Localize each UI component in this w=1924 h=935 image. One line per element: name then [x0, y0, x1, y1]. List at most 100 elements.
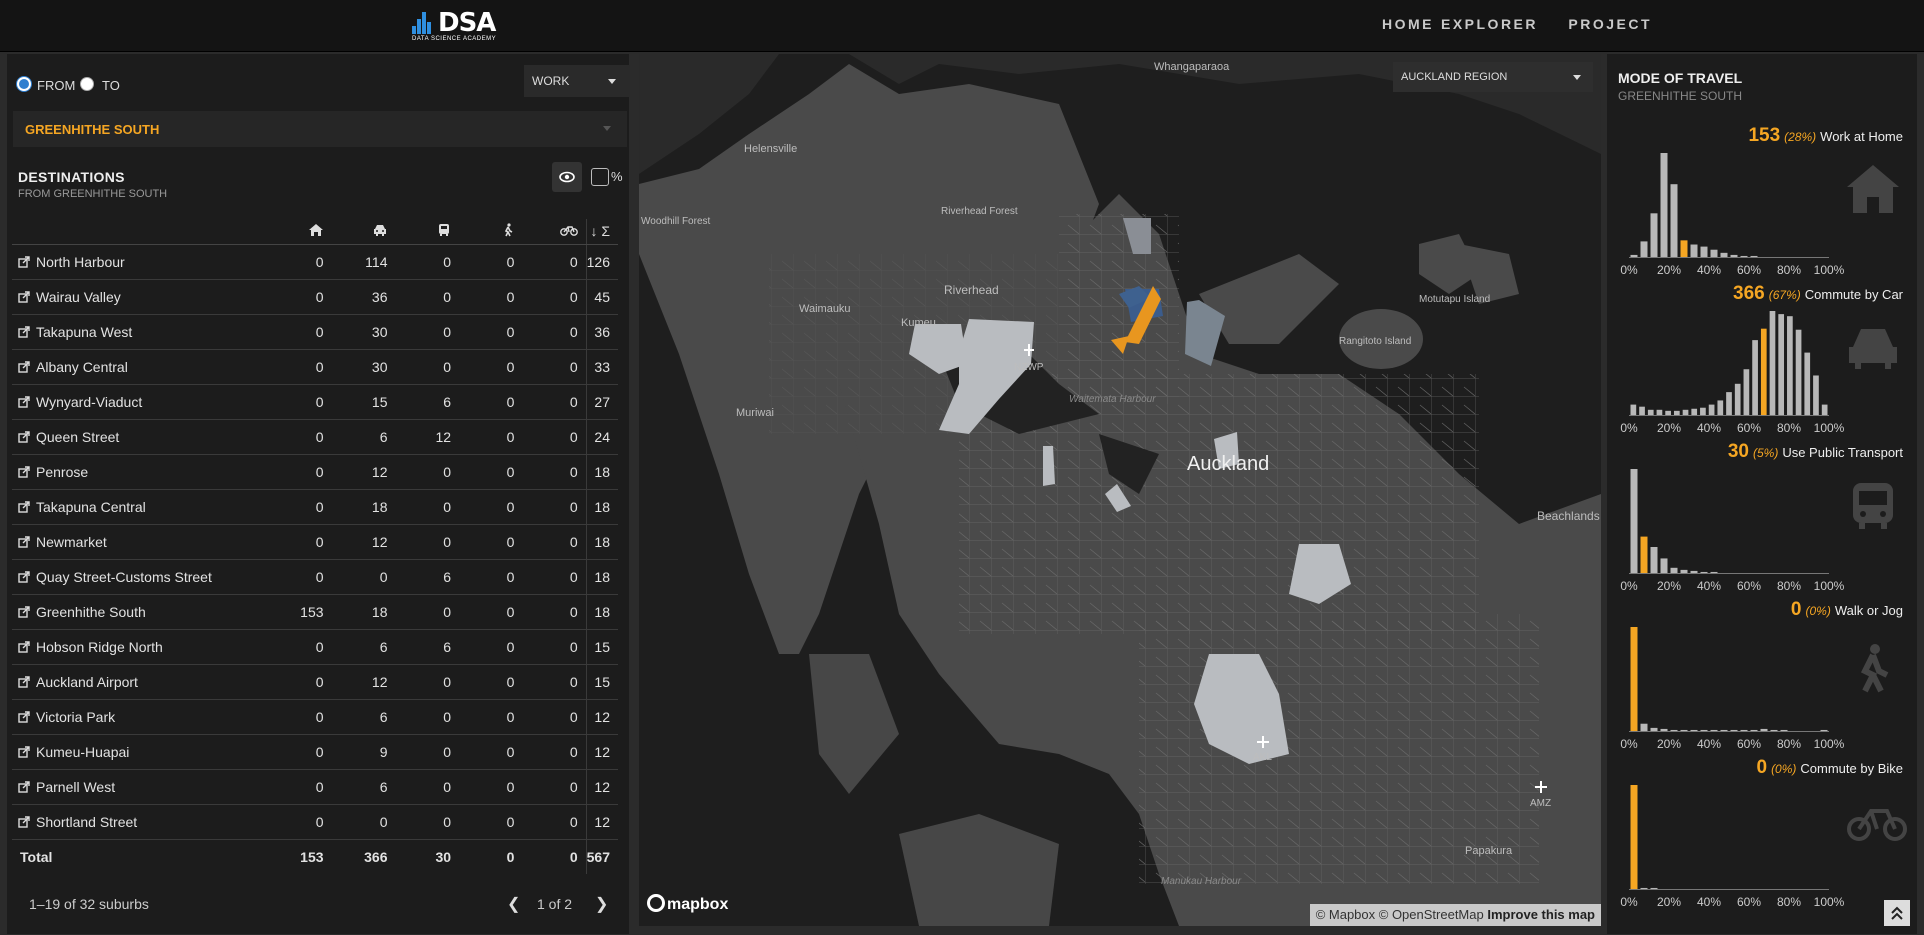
- external-link-icon[interactable]: [18, 360, 30, 373]
- table-row[interactable]: Greenhithe South 153 18 0 0 0 18: [12, 594, 618, 630]
- cell-car: 0: [331, 804, 396, 840]
- external-link-icon[interactable]: [18, 430, 30, 443]
- table-row[interactable]: Albany Central 0 30 0 0 0 33: [12, 349, 618, 385]
- col-bike[interactable]: [522, 219, 587, 245]
- table-row[interactable]: Newmarket 0 12 0 0 0 18: [12, 524, 618, 560]
- attribution-text[interactable]: © Mapbox © OpenStreetMap: [1316, 907, 1484, 922]
- col-home[interactable]: [276, 219, 332, 245]
- scroll-top-button[interactable]: [1884, 900, 1910, 926]
- table-row[interactable]: Penrose 0 12 0 0 0 18: [12, 454, 618, 490]
- dsa-logo[interactable]: DSA DATA SCIENCE ACADEMY: [412, 6, 496, 44]
- map-label: Muriwai: [736, 407, 774, 419]
- table-row[interactable]: Auckland Airport 0 12 0 0 0 15: [12, 664, 618, 700]
- external-link-icon[interactable]: [18, 780, 30, 793]
- cell-home: 0: [276, 454, 332, 490]
- destination-name[interactable]: Penrose: [12, 454, 277, 490]
- axis-tick-label: 80%: [1777, 263, 1801, 277]
- histogram-bar: [1639, 406, 1645, 415]
- nav-home[interactable]: HOME: [1382, 16, 1434, 32]
- region-select[interactable]: AUCKLAND REGION: [1393, 62, 1593, 92]
- car-icon: [373, 224, 386, 236]
- external-link-icon[interactable]: [18, 325, 30, 338]
- destination-name[interactable]: Shortland Street: [12, 804, 277, 840]
- external-link-icon[interactable]: [18, 535, 30, 548]
- nav-project[interactable]: PROJECT: [1568, 16, 1652, 32]
- nav-explorer[interactable]: EXPLORER: [1441, 16, 1538, 32]
- col-transit[interactable]: [395, 219, 460, 245]
- cell-car: 6: [331, 629, 396, 665]
- axis-tick-label: 60%: [1737, 263, 1761, 277]
- cell-walk: 0: [459, 244, 523, 280]
- from-radio[interactable]: [17, 77, 31, 91]
- cell-walk: 0: [459, 489, 523, 525]
- cell-car: 30: [331, 349, 396, 385]
- axis-tick-label: 60%: [1737, 421, 1761, 435]
- table-row[interactable]: Kumeu-Huapai 0 9 0 0 0 12: [12, 734, 618, 770]
- destination-name[interactable]: Kumeu-Huapai: [12, 734, 277, 770]
- external-link-icon[interactable]: [18, 745, 30, 758]
- map-canvas[interactable]: Whangaparaoa Helensville Woodhill Forest…: [639, 54, 1601, 926]
- histogram-bar: [1640, 887, 1648, 889]
- improve-map-link[interactable]: Improve this map: [1487, 907, 1595, 922]
- cell-total: 18: [585, 524, 618, 560]
- next-page-button[interactable]: ❯: [595, 894, 608, 914]
- destination-name[interactable]: Queen Street: [12, 419, 277, 455]
- external-link-icon[interactable]: [18, 395, 30, 408]
- col-car[interactable]: [331, 219, 396, 245]
- cell-home: 0: [276, 349, 332, 385]
- destination-name[interactable]: Newmarket: [12, 524, 277, 560]
- external-link-icon[interactable]: [18, 570, 30, 583]
- col-walk[interactable]: [459, 219, 523, 245]
- col-total-sort[interactable]: ↓ Σ: [585, 219, 618, 245]
- external-link-icon[interactable]: [18, 815, 30, 828]
- external-link-icon[interactable]: [18, 605, 30, 618]
- suburb-select[interactable]: GREENHITHE SOUTH: [13, 111, 627, 147]
- destination-name[interactable]: Takapuna Central: [12, 489, 277, 525]
- prev-page-button[interactable]: ❮: [507, 894, 520, 914]
- histogram-bar: [1650, 213, 1658, 257]
- destination-name[interactable]: Hobson Ridge North: [12, 629, 277, 665]
- external-link-icon[interactable]: [18, 290, 30, 303]
- table-row[interactable]: Takapuna West 0 30 0 0 0 36: [12, 314, 618, 350]
- destination-name[interactable]: Victoria Park: [12, 699, 277, 735]
- table-row[interactable]: Wynyard-Viaduct 0 15 6 0 0 27: [12, 384, 618, 420]
- axis-tick-label: 20%: [1657, 421, 1681, 435]
- table-row[interactable]: Parnell West 0 6 0 0 0 12: [12, 769, 618, 805]
- cell-pt: 12: [395, 419, 460, 455]
- cell-home: 153: [276, 594, 332, 630]
- destination-name[interactable]: North Harbour: [12, 244, 277, 280]
- destination-name[interactable]: Greenhithe South: [12, 594, 277, 630]
- percent-checkbox[interactable]: [591, 168, 609, 186]
- destination-name[interactable]: Parnell West: [12, 769, 277, 805]
- map-view[interactable]: Whangaparaoa Helensville Woodhill Forest…: [639, 54, 1601, 926]
- table-row[interactable]: Wairau Valley 0 36 0 0 0 45: [12, 279, 618, 315]
- mapbox-logo[interactable]: mapbox: [647, 894, 728, 914]
- destination-name[interactable]: Takapuna West: [12, 314, 277, 350]
- cell-car: 114: [331, 244, 396, 280]
- axis-tick-label: 80%: [1777, 737, 1801, 751]
- destination-name[interactable]: Wairau Valley: [12, 279, 277, 315]
- destination-name[interactable]: Albany Central: [12, 349, 277, 385]
- table-row[interactable]: Quay Street-Customs Street 0 0 6 0 0 18: [12, 559, 618, 595]
- histogram-bar: [1804, 352, 1811, 415]
- destination-name[interactable]: Quay Street-Customs Street: [12, 559, 277, 595]
- table-row[interactable]: Shortland Street 0 0 0 0 0 12: [12, 804, 618, 840]
- external-link-icon[interactable]: [18, 710, 30, 723]
- purpose-select[interactable]: WORK: [524, 65, 630, 97]
- destination-name[interactable]: Auckland Airport: [12, 664, 277, 700]
- toggle-visibility-button[interactable]: [552, 162, 582, 192]
- table-row[interactable]: Takapuna Central 0 18 0 0 0 18: [12, 489, 618, 525]
- destination-name[interactable]: Wynyard-Viaduct: [12, 384, 277, 420]
- external-link-icon[interactable]: [18, 675, 30, 688]
- external-link-icon[interactable]: [18, 255, 30, 268]
- table-row[interactable]: Victoria Park 0 6 0 0 0 12: [12, 699, 618, 735]
- external-link-icon[interactable]: [18, 465, 30, 478]
- external-link-icon[interactable]: [18, 640, 30, 653]
- table-row[interactable]: North Harbour 0 114 0 0 0 126: [12, 244, 618, 280]
- histogram-bar: [1647, 409, 1654, 415]
- table-row[interactable]: Hobson Ridge North 0 6 6 0 0 15: [12, 629, 618, 665]
- external-link-icon[interactable]: [18, 500, 30, 513]
- table-row[interactable]: Queen Street 0 6 12 0 0 24: [12, 419, 618, 455]
- to-radio[interactable]: [80, 77, 94, 91]
- cell-pt: 6: [395, 629, 460, 665]
